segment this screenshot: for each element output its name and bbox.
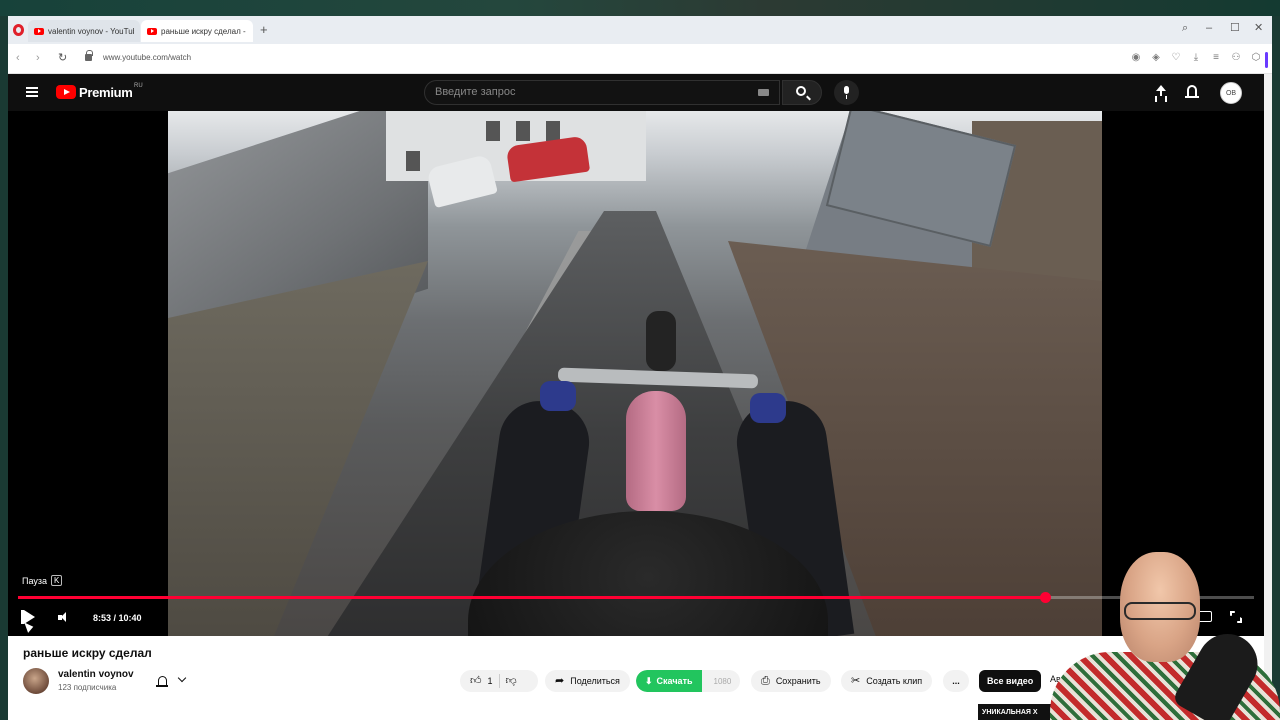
notifications-bell-icon[interactable] bbox=[1185, 85, 1199, 98]
shield-icon[interactable]: ◈ bbox=[1150, 51, 1162, 65]
youtube-favicon-icon bbox=[147, 27, 157, 35]
divider bbox=[498, 674, 500, 688]
subscribe-bell-icon[interactable] bbox=[156, 676, 168, 687]
heart-icon[interactable]: ♡ bbox=[1170, 51, 1182, 65]
volume-icon[interactable] bbox=[58, 612, 68, 622]
keyboard-icon[interactable] bbox=[758, 89, 769, 96]
hamburger-menu-icon[interactable] bbox=[26, 87, 38, 97]
sidebar-accent bbox=[1265, 52, 1268, 68]
desktop-background bbox=[0, 0, 1280, 16]
bookmark-icon: ⎙ bbox=[761, 674, 770, 687]
camera-icon[interactable]: ◉ bbox=[1130, 51, 1142, 65]
chip-all-videos[interactable]: Все видео bbox=[979, 670, 1042, 692]
share-label: Поделиться bbox=[570, 676, 620, 686]
tab-bar: valentin voynov - YouTube раньше искру с… bbox=[8, 16, 1272, 44]
voice-search-button[interactable] bbox=[834, 80, 859, 105]
upload-icon[interactable] bbox=[1155, 85, 1167, 99]
rider-glove bbox=[540, 381, 576, 411]
reload-icon[interactable]: ↻ bbox=[58, 52, 67, 64]
webcam-glasses bbox=[1124, 602, 1196, 620]
chevron-down-icon[interactable]: ▾ bbox=[737, 677, 740, 685]
like-dislike-group: 👍︎ 1 👎︎ bbox=[460, 670, 538, 692]
tooltip-key: K bbox=[51, 575, 63, 586]
download-button[interactable]: ⬇ Скачать 1080 ▾ bbox=[636, 670, 740, 692]
lock-icon bbox=[85, 50, 93, 61]
maximize-button[interactable]: ☐ bbox=[1230, 22, 1240, 34]
download-main[interactable]: ⬇ Скачать bbox=[636, 670, 702, 692]
url-field[interactable]: www.youtube.com/watch bbox=[103, 53, 191, 62]
download-label: Скачать bbox=[656, 676, 693, 686]
download-quality[interactable]: 1080 bbox=[708, 677, 732, 686]
motorcycle-gauge bbox=[646, 311, 676, 371]
back-icon[interactable]: ‹ bbox=[16, 52, 20, 64]
more-actions-button[interactable]: ... bbox=[943, 670, 969, 692]
tab-title: valentin voynov - YouTube bbox=[48, 26, 134, 36]
download-icon: ⬇ bbox=[645, 675, 653, 686]
tooltip-label: Пауза bbox=[22, 575, 48, 586]
region-label: RU bbox=[134, 83, 143, 89]
account-avatar[interactable]: OB bbox=[1220, 82, 1242, 104]
search-input[interactable] bbox=[435, 86, 735, 98]
tab-video[interactable]: раньше искру сделал - YouTube bbox=[141, 20, 253, 42]
brand-label[interactable]: Premium bbox=[79, 85, 133, 100]
more-icon: ... bbox=[952, 676, 960, 686]
menu-icon[interactable]: ≡ bbox=[1210, 51, 1222, 65]
subscriber-count: 123 подписчика bbox=[58, 683, 117, 692]
search-button[interactable] bbox=[782, 80, 822, 105]
like-icon[interactable]: 👍︎ bbox=[470, 675, 482, 687]
address-bar: ‹ › ↻ www.youtube.com/watch ◉ ◈ ♡ ⤓ ≡ ⚇ … bbox=[8, 44, 1272, 74]
progress-played bbox=[18, 596, 1046, 599]
tab-title: раньше искру сделал - YouTube bbox=[161, 26, 247, 36]
video-frame[interactable] bbox=[168, 111, 1102, 636]
opera-logo-icon[interactable] bbox=[13, 24, 24, 36]
search-box bbox=[424, 80, 780, 105]
motorcycle-tank bbox=[626, 391, 686, 511]
search-icon bbox=[796, 86, 806, 96]
share-button[interactable]: ➦ Поделиться bbox=[545, 670, 630, 692]
dislike-icon[interactable]: 👎︎ bbox=[506, 675, 517, 687]
account-icon[interactable]: ⚇ bbox=[1230, 51, 1242, 65]
forward-icon[interactable]: › bbox=[36, 52, 40, 64]
tab-channel[interactable]: valentin voynov - YouTube bbox=[28, 20, 140, 42]
pause-tooltip: Пауза K bbox=[22, 575, 63, 586]
chevron-down-icon[interactable] bbox=[177, 673, 187, 683]
address-bar-actions: ◉ ◈ ♡ ⤓ ≡ ⚇ ⬡ bbox=[1130, 51, 1262, 65]
youtube-favicon-icon bbox=[34, 27, 44, 35]
save-label: Сохранить bbox=[775, 676, 821, 686]
download-icon[interactable]: ⤓ bbox=[1190, 51, 1202, 65]
share-icon: ➦ bbox=[555, 674, 565, 687]
youtube-logo-icon[interactable] bbox=[56, 85, 76, 99]
save-button[interactable]: ⎙ Сохранить bbox=[751, 670, 831, 692]
minimize-button[interactable]: – bbox=[1206, 22, 1212, 34]
youtube-header: Premium RU OB bbox=[8, 74, 1264, 111]
clip-button[interactable]: ✂ Создать клип bbox=[841, 670, 933, 692]
rider-glove bbox=[750, 393, 786, 423]
video-title: раньше искру сделал bbox=[23, 646, 152, 660]
clip-label: Создать клип bbox=[866, 676, 923, 686]
close-button[interactable]: ✕ bbox=[1254, 22, 1263, 34]
webcam-overlay bbox=[1040, 552, 1280, 720]
extensions-icon[interactable]: ⬡ bbox=[1250, 51, 1262, 65]
channel-avatar[interactable] bbox=[23, 668, 49, 694]
channel-name[interactable]: valentin voynov bbox=[58, 669, 134, 680]
new-tab-button[interactable]: + bbox=[260, 23, 268, 36]
search-tabs-icon[interactable]: ⌕ bbox=[1182, 22, 1188, 34]
like-count[interactable]: 1 bbox=[488, 676, 493, 686]
time-display: 8:53 / 10:40 bbox=[93, 613, 142, 623]
scissors-icon: ✂ bbox=[851, 674, 861, 687]
